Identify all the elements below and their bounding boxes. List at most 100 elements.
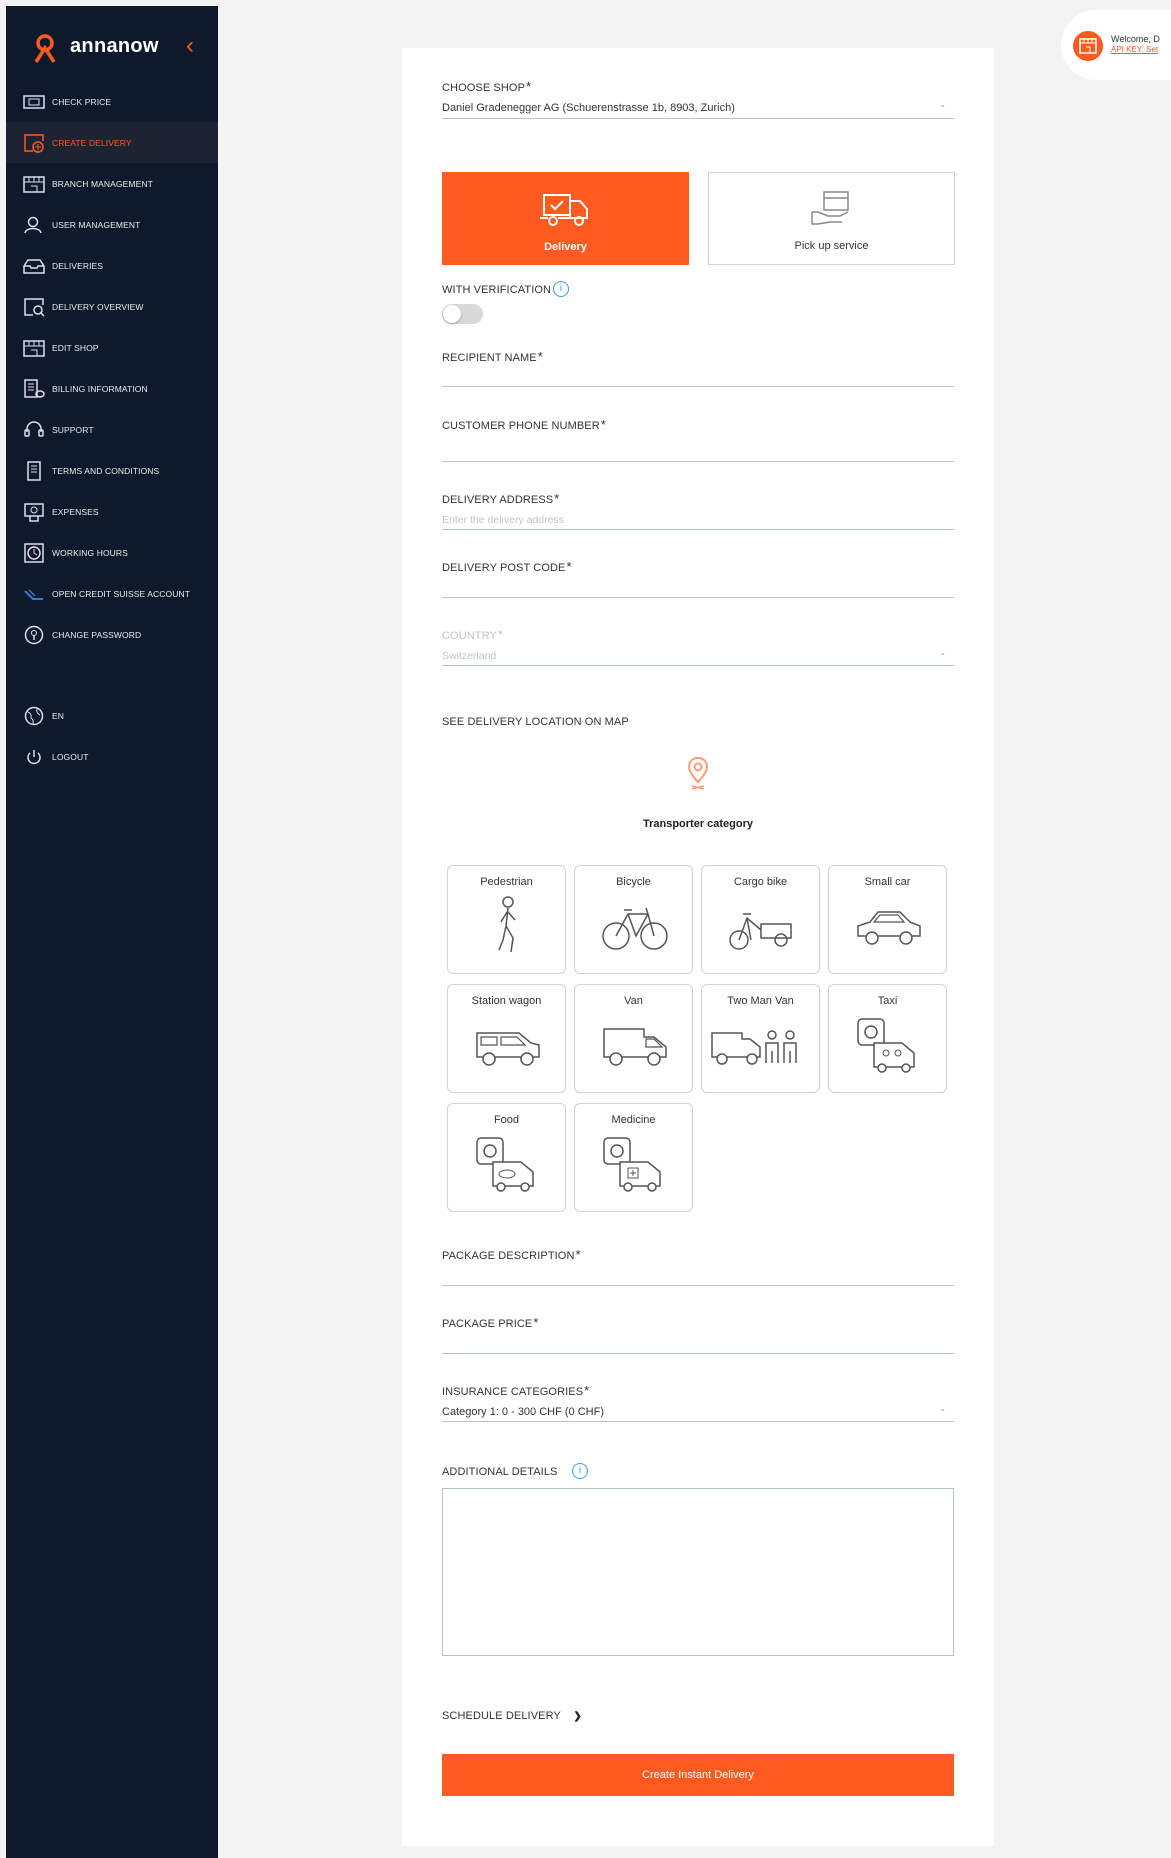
sidebar-item-label: SUPPORT bbox=[52, 424, 94, 435]
medicine-icon bbox=[603, 1137, 661, 1192]
choose-shop-value: Daniel Gradenegger AG (Schuerenstrasse 1… bbox=[442, 102, 735, 114]
sidebar-item-support[interactable]: SUPPORT bbox=[6, 409, 218, 450]
chevron-down-icon: ⌄ bbox=[939, 1404, 946, 1413]
choose-shop-label: CHOOSE SHOP* bbox=[442, 79, 532, 94]
sidebar-item-credit-suisse[interactable]: OPEN CREDIT SUISSE ACCOUNT bbox=[6, 573, 218, 614]
transporter-category-title: Transporter category bbox=[642, 818, 754, 830]
transporter-two-man-van[interactable]: Two Man Van bbox=[701, 984, 820, 1093]
station-wagon-icon bbox=[476, 1032, 540, 1066]
delivery-post-code-input[interactable] bbox=[442, 578, 954, 596]
branch-icon bbox=[22, 174, 46, 194]
sidebar-item-label: OPEN CREDIT SUISSE ACCOUNT bbox=[52, 588, 190, 599]
divider bbox=[442, 665, 954, 666]
transporter-cargo-bike[interactable]: Cargo bike bbox=[701, 865, 820, 974]
logout-button[interactable]: LOGOUT bbox=[6, 736, 218, 777]
sidebar-item-create-delivery[interactable]: CREATE DELIVERY bbox=[6, 122, 218, 163]
sidebar-item-check-price[interactable]: CHECK PRICE bbox=[6, 81, 218, 122]
delivery-type-label: Delivery bbox=[544, 241, 587, 253]
globe-icon bbox=[22, 706, 46, 726]
choose-shop-select[interactable]: Daniel Gradenegger AG (Schuerenstrasse 1… bbox=[442, 98, 954, 116]
sidebar-item-working-hours[interactable]: WORKING HOURS bbox=[6, 532, 218, 573]
annanow-logo-icon bbox=[34, 34, 56, 63]
with-verification-label: WITH VERIFICATION i bbox=[442, 280, 954, 298]
customer-phone-label: CUSTOMER PHONE NUMBER* bbox=[442, 417, 606, 432]
sidebar-item-billing-information[interactable]: BILLING INFORMATION bbox=[6, 368, 218, 409]
info-icon[interactable]: i bbox=[571, 1462, 588, 1479]
create-delivery-form: CHOOSE SHOP* Daniel Gradenegger AG (Schu… bbox=[402, 48, 994, 1846]
pickup-hand-box-icon bbox=[810, 191, 849, 225]
clock-icon bbox=[22, 542, 46, 563]
schedule-delivery-toggle[interactable]: SCHEDULE DELIVERY ❯ bbox=[442, 1706, 954, 1724]
transporter-food[interactable]: Food bbox=[447, 1103, 566, 1212]
transporter-van[interactable]: Van bbox=[574, 984, 693, 1093]
country-label: COUNTRY* bbox=[442, 627, 503, 642]
language-label: EN bbox=[52, 710, 65, 721]
delivery-type-pickup[interactable]: Pick up service bbox=[708, 172, 955, 265]
document-icon bbox=[22, 460, 46, 481]
see-map-link[interactable]: SEE DELIVERY LOCATION ON MAP bbox=[442, 712, 954, 730]
sidebar-item-change-password[interactable]: CHANGE PASSWORD bbox=[6, 614, 218, 655]
with-verification-toggle[interactable] bbox=[442, 304, 483, 324]
transporter-taxi[interactable]: Taxi bbox=[828, 984, 947, 1093]
create-instant-delivery-button[interactable]: Create Instant Delivery bbox=[442, 1754, 954, 1796]
sidebar-item-label: EXPENSES bbox=[52, 506, 99, 517]
info-icon[interactable]: i bbox=[553, 280, 570, 297]
additional-details-label: ADDITIONAL DETAILS i bbox=[442, 1462, 954, 1480]
sidebar-menu: CHECK PRICE CREATE DELIVERY BRANCH MANAG… bbox=[6, 81, 218, 777]
toggle-knob bbox=[443, 305, 461, 323]
delivery-address-input[interactable]: Enter the delivery address bbox=[442, 510, 954, 528]
shop-avatar-icon[interactable] bbox=[1073, 31, 1103, 61]
sidebar-item-label: CHECK PRICE bbox=[52, 96, 112, 107]
transporter-small-car[interactable]: Small car bbox=[828, 865, 947, 974]
sidebar-item-user-management[interactable]: USER MANAGEMENT bbox=[6, 204, 218, 245]
sidebar-item-label: CREATE DELIVERY bbox=[52, 137, 132, 148]
insurance-value: Category 1: 0 - 300 CHF (0 CHF) bbox=[442, 1406, 604, 1418]
collapse-sidebar-icon[interactable]: ‹ bbox=[186, 32, 194, 60]
country-select[interactable]: Switzerland ⌄ bbox=[442, 646, 954, 664]
chevron-down-icon: ⌄ bbox=[939, 648, 946, 657]
additional-details-textarea[interactable] bbox=[442, 1488, 954, 1656]
bicycle-icon bbox=[602, 907, 668, 950]
expenses-icon bbox=[22, 502, 46, 522]
sidebar-item-deliveries[interactable]: DELIVERIES bbox=[6, 245, 218, 286]
divider bbox=[442, 529, 954, 530]
sidebar-item-expenses[interactable]: EXPENSES bbox=[6, 491, 218, 532]
api-key-link[interactable]: API KEY: Set bbox=[1111, 45, 1158, 54]
language-selector[interactable]: EN bbox=[6, 695, 218, 736]
sidebar-item-label: USER MANAGEMENT bbox=[52, 219, 141, 230]
divider bbox=[442, 118, 954, 119]
brand-name: annanow bbox=[70, 35, 159, 57]
delivery-address-label: DELIVERY ADDRESS* bbox=[442, 491, 560, 506]
transporter-pedestrian[interactable]: Pedestrian bbox=[447, 865, 566, 974]
insurance-select[interactable]: Category 1: 0 - 300 CHF (0 CHF) ⌄ bbox=[442, 1402, 954, 1420]
divider bbox=[442, 597, 954, 598]
power-icon bbox=[22, 747, 46, 767]
van-icon bbox=[603, 1028, 667, 1066]
pickup-type-label: Pick up service bbox=[794, 240, 869, 252]
sidebar-item-label: BRANCH MANAGEMENT bbox=[52, 178, 153, 189]
delivery-overview-icon bbox=[22, 297, 46, 317]
sidebar-item-terms[interactable]: TERMS AND CONDITIONS bbox=[6, 450, 218, 491]
welcome-widget: Welcome, D API KEY: Set bbox=[1061, 10, 1171, 80]
taxi-icon bbox=[857, 1018, 915, 1073]
transporter-medicine[interactable]: Medicine bbox=[574, 1103, 693, 1212]
logout-label: LOGOUT bbox=[52, 751, 89, 762]
package-description-input[interactable] bbox=[442, 1266, 954, 1284]
delivery-type-delivery[interactable]: Delivery bbox=[442, 172, 689, 265]
sidebar-item-delivery-overview[interactable]: DELIVERY OVERVIEW bbox=[6, 286, 218, 327]
lock-icon bbox=[22, 625, 46, 645]
recipient-name-input[interactable] bbox=[442, 368, 954, 386]
food-icon bbox=[476, 1137, 534, 1192]
sidebar-item-edit-shop[interactable]: EDIT SHOP bbox=[6, 327, 218, 368]
billing-icon bbox=[22, 378, 46, 399]
map-pin-icon[interactable] bbox=[688, 756, 708, 790]
welcome-text: Welcome, D bbox=[1111, 34, 1160, 44]
sidebar-item-branch-management[interactable]: BRANCH MANAGEMENT bbox=[6, 163, 218, 204]
two-man-van-icon bbox=[711, 1030, 797, 1065]
package-price-input[interactable] bbox=[442, 1334, 954, 1352]
customer-phone-input[interactable] bbox=[442, 436, 954, 460]
package-price-label: PACKAGE PRICE* bbox=[442, 1315, 539, 1330]
transporter-bicycle[interactable]: Bicycle bbox=[574, 865, 693, 974]
transporter-station-wagon[interactable]: Station wagon bbox=[447, 984, 566, 1093]
brand[interactable]: annanow ‹ bbox=[26, 30, 216, 70]
